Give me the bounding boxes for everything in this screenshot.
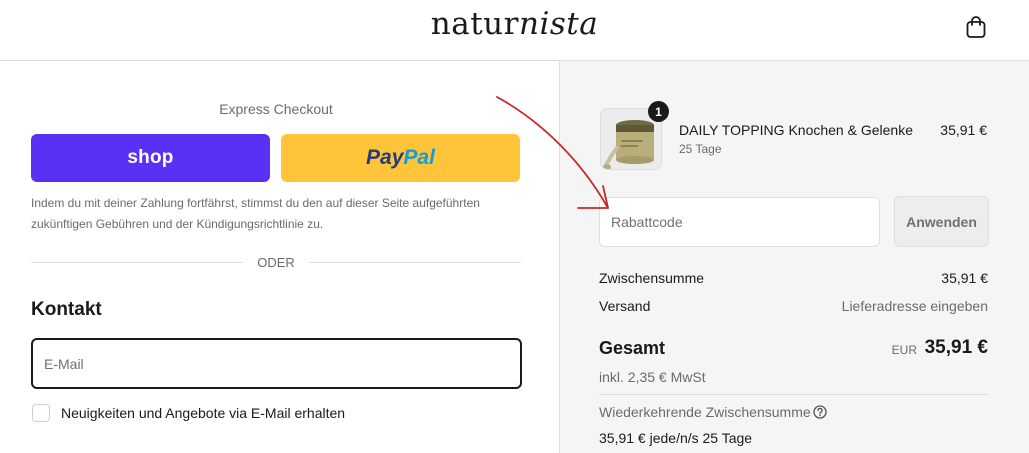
contact-heading: Kontakt: [31, 299, 102, 320]
recurring-subtotal-value: 35,91 € jede/n/s 25 Tage: [599, 430, 753, 446]
total-value: 35,91 €: [924, 337, 988, 358]
summary-divider: [599, 394, 989, 395]
help-icon[interactable]: [813, 405, 827, 419]
or-divider: ODER: [31, 254, 521, 272]
product-subscription-interval: 25 Tage: [679, 142, 722, 156]
logo-text-italic: nista: [518, 6, 599, 42]
total-label: Gesamt: [599, 338, 666, 358]
subtotal-value: 35,91 €: [941, 270, 988, 286]
shipping-value: Lieferadresse eingeben: [841, 298, 988, 314]
paypal-logo-pal: Pal: [403, 146, 435, 169]
shop-pay-button[interactable]: shop: [31, 134, 270, 182]
paypal-logo-pay: Pay: [366, 146, 404, 169]
apply-discount-button[interactable]: Anwenden: [894, 196, 989, 247]
order-summary-panel: 1 DAILY TOPPING Knochen & Gelenke 25 Tag…: [559, 61, 1029, 453]
site-header: naturnista: [0, 0, 1029, 61]
product-thumbnail-wrapper: 1: [600, 101, 669, 170]
total-currency: EUR: [891, 343, 917, 357]
express-checkout-title: Express Checkout: [219, 101, 333, 117]
shipping-label: Versand: [599, 298, 651, 314]
payment-disclaimer: Indem du mit deiner Zahlung fortfährst, …: [31, 196, 480, 231]
tax-note: inkl. 2,35 € MwSt: [599, 369, 706, 385]
email-field[interactable]: [31, 338, 522, 389]
discount-code-input[interactable]: [599, 197, 880, 247]
newsletter-checkbox[interactable]: [32, 404, 50, 422]
quantity-badge: 1: [648, 101, 669, 122]
divider-line-left: [31, 262, 243, 263]
recurring-subtotal-label: Wiederkehrende Zwischensumme: [599, 404, 811, 420]
subtotal-label: Zwischensumme: [599, 270, 705, 286]
product-price: 35,91 €: [940, 122, 987, 138]
logo-text-roman: natur: [430, 6, 519, 42]
shopping-bag-icon[interactable]: [965, 15, 987, 39]
checkout-form-panel: Express Checkout shop Pay Pal Indem du mi…: [0, 61, 559, 453]
brand-logo[interactable]: naturnista: [0, 6, 1029, 42]
product-name: DAILY TOPPING Knochen & Gelenke: [679, 122, 913, 138]
divider-label: ODER: [257, 255, 295, 270]
divider-line-right: [309, 262, 521, 263]
paypal-button[interactable]: Pay Pal: [281, 134, 520, 182]
newsletter-label[interactable]: Neuigkeiten und Angebote via E-Mail erha…: [61, 405, 345, 421]
